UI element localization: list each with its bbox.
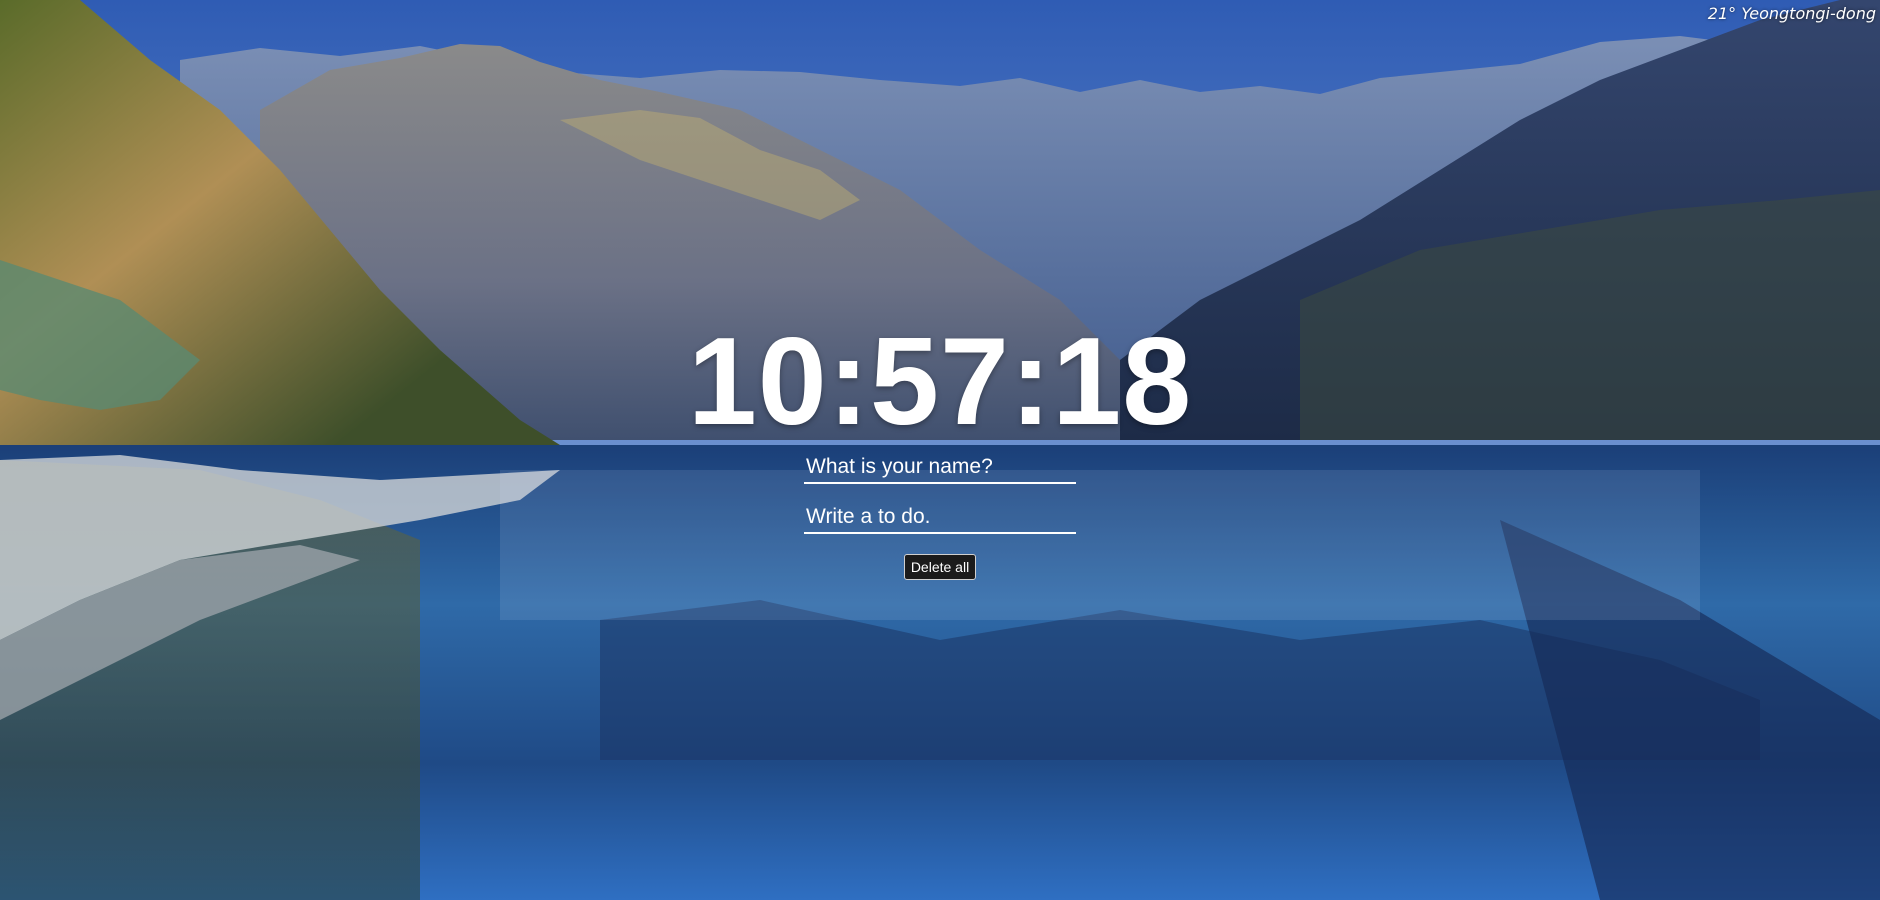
- delete-all-button[interactable]: Delete all: [903, 554, 977, 580]
- name-form: Delete all: [804, 452, 1076, 580]
- weather-location-text: 21° Yeongtongi-dong: [1707, 4, 1876, 23]
- todo-input[interactable]: [804, 502, 1076, 534]
- main-panel: 10:57:18 Delete all: [0, 320, 1880, 580]
- name-input[interactable]: [804, 452, 1076, 484]
- clock-time: 10:57:18: [687, 313, 1193, 451]
